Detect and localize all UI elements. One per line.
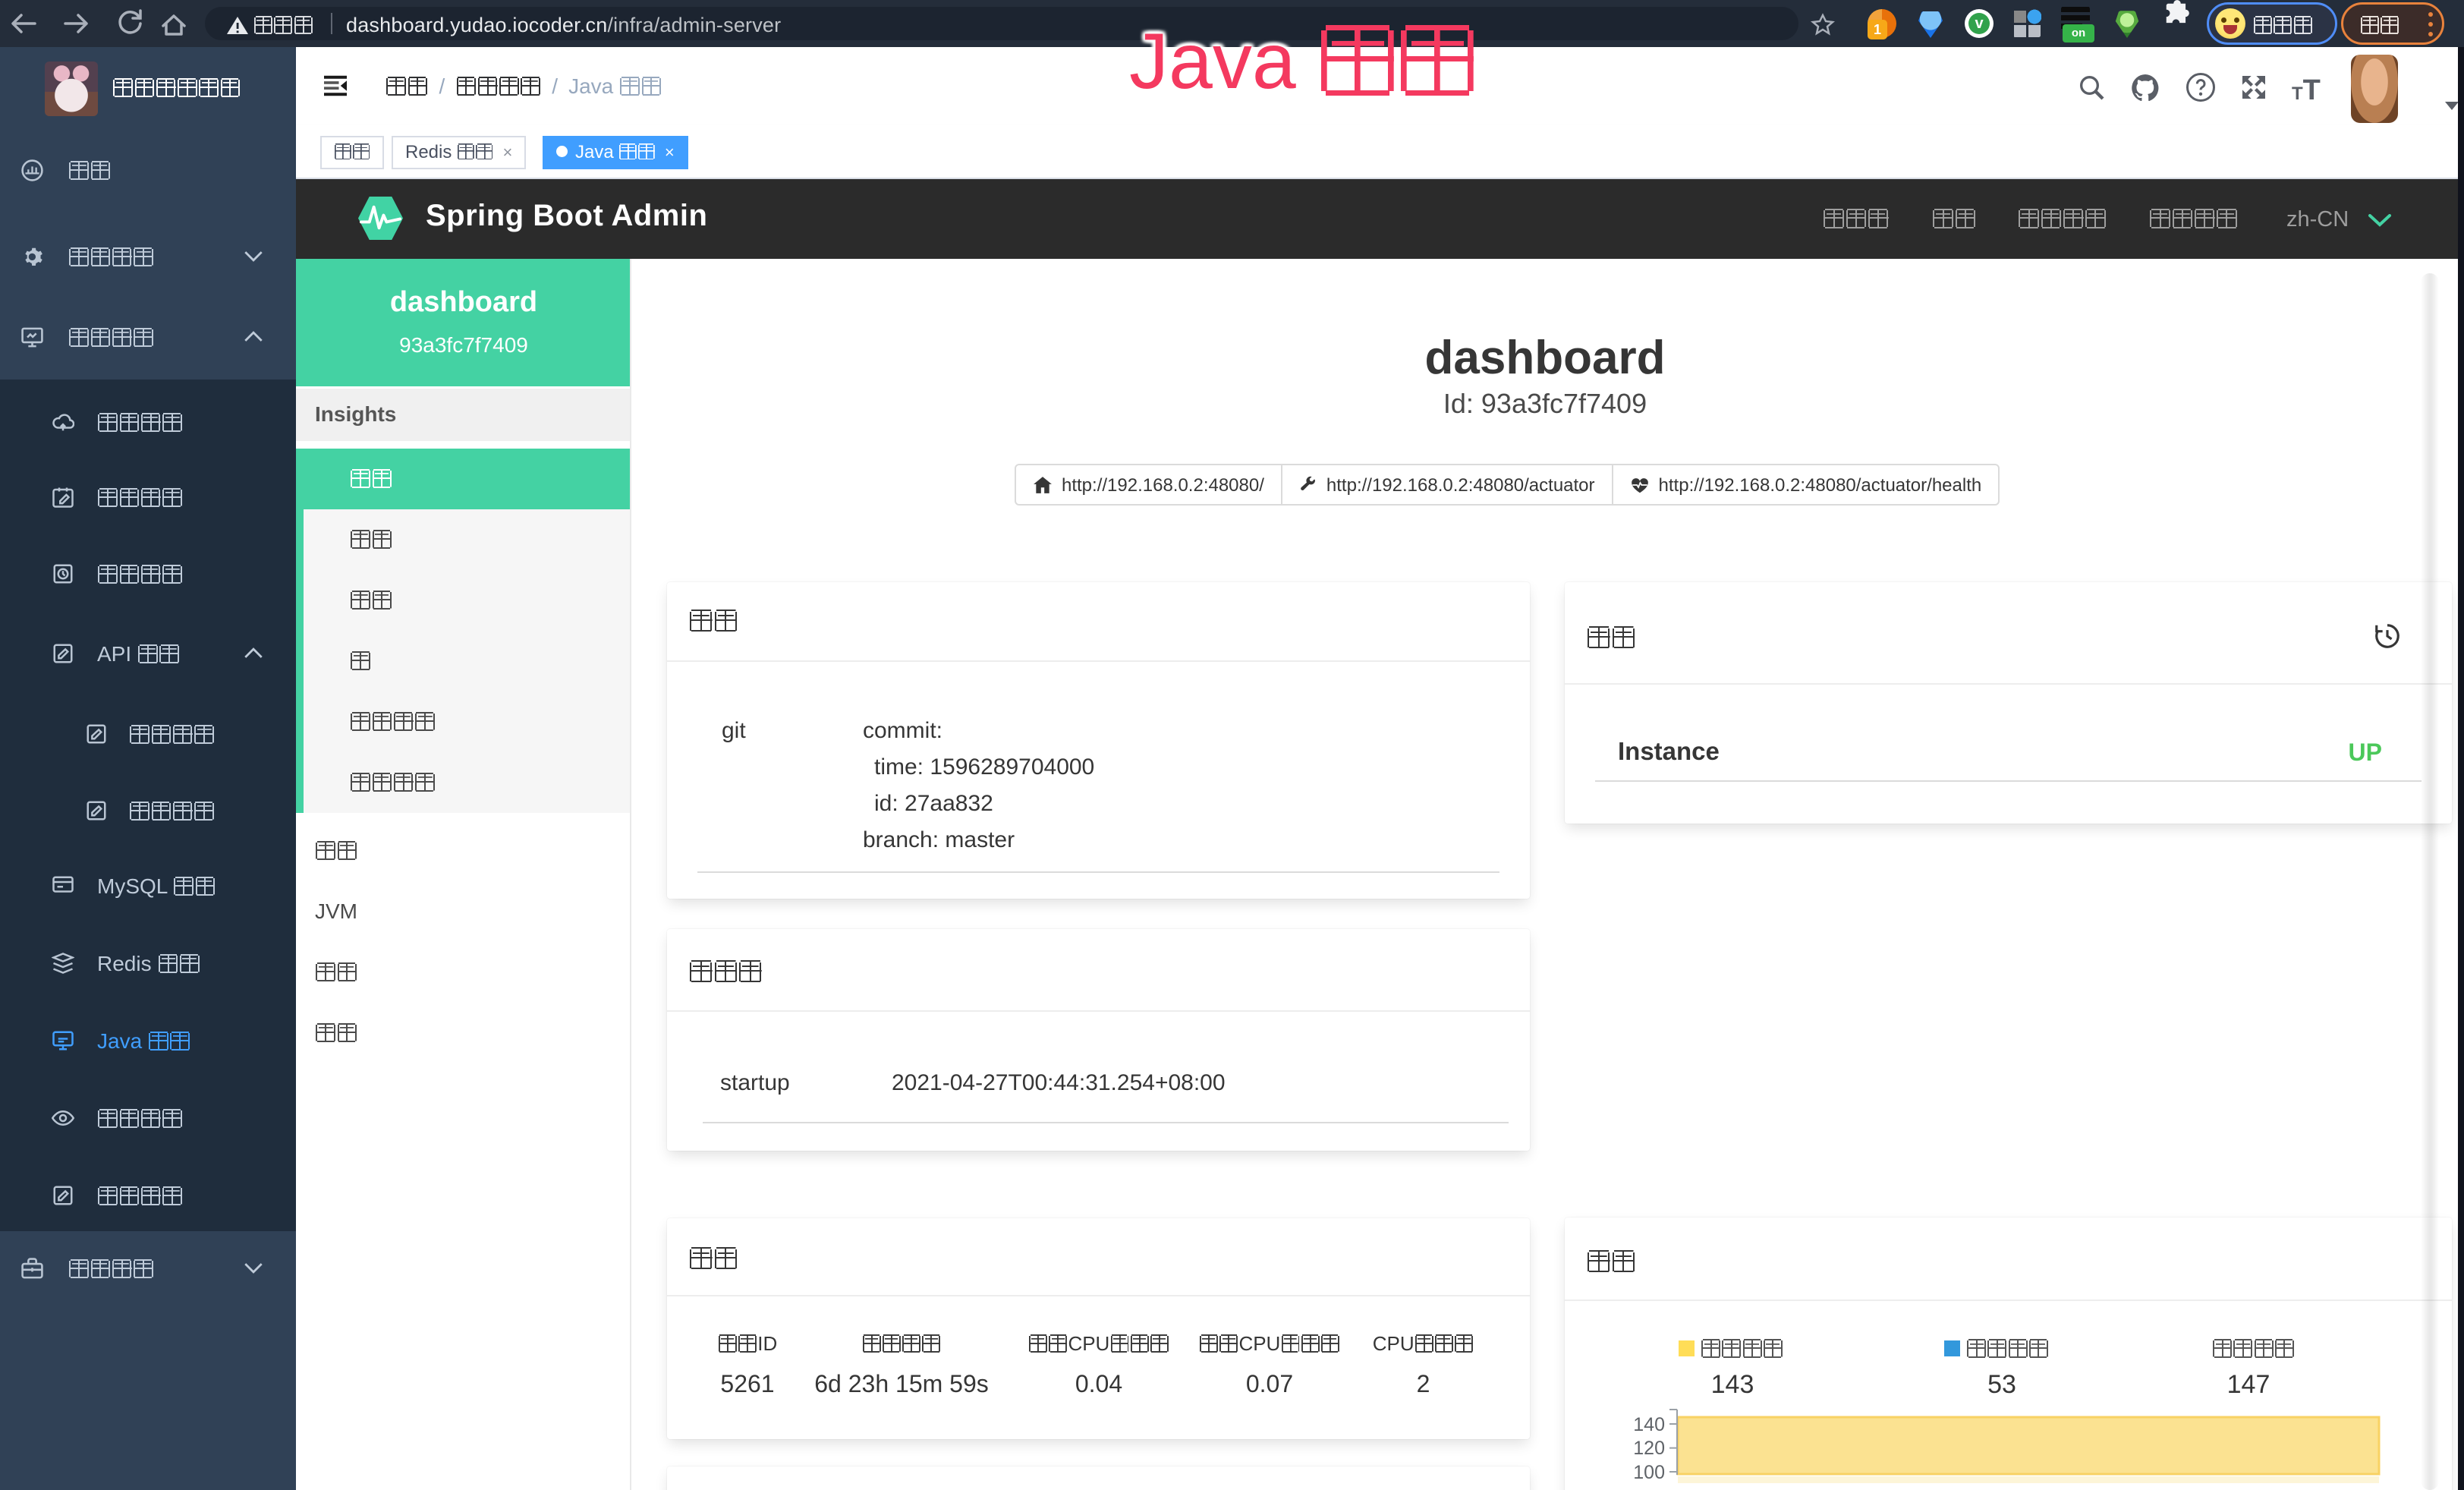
svg-text:140: 140	[1633, 1414, 1665, 1435]
svg-text:120: 120	[1633, 1438, 1665, 1459]
svg-text:100: 100	[1633, 1462, 1665, 1483]
